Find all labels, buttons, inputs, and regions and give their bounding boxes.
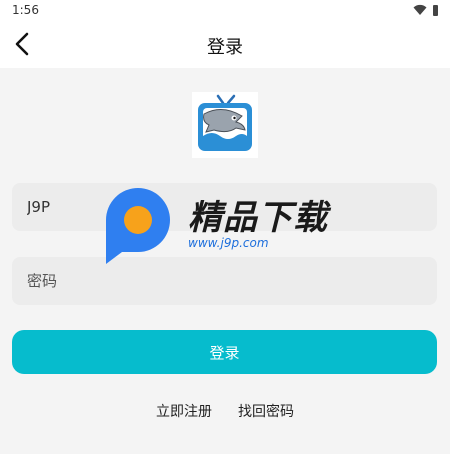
forgot-password-link[interactable]: 找回密码	[238, 401, 294, 421]
auth-links: 立即注册 找回密码	[0, 401, 450, 421]
status-bar: 1:56	[0, 0, 450, 22]
app-logo	[192, 92, 258, 158]
password-input[interactable]	[25, 271, 409, 291]
status-icons	[413, 4, 438, 16]
login-button[interactable]: 登录	[12, 330, 437, 374]
page-title: 登录	[207, 37, 243, 58]
register-link[interactable]: 立即注册	[156, 401, 212, 421]
password-field[interactable]	[12, 257, 437, 305]
battery-icon	[433, 4, 438, 16]
watermark-url: www.j9p.com	[188, 236, 269, 250]
username-field[interactable]	[12, 183, 437, 231]
username-input[interactable]	[25, 197, 409, 217]
app-bar: 登录	[0, 22, 450, 68]
status-time: 1:56	[12, 3, 39, 17]
wifi-icon	[413, 4, 427, 15]
